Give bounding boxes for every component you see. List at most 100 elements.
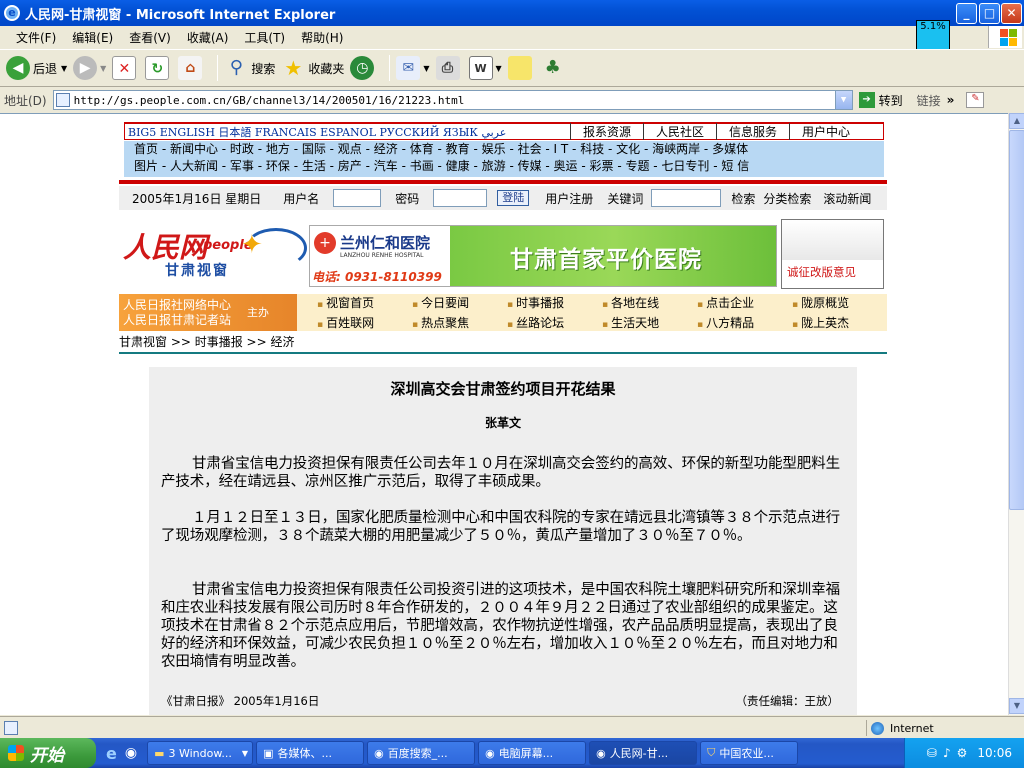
search-button[interactable]: ⚲ 搜索 xyxy=(224,56,276,80)
chevron-right-icon[interactable]: » xyxy=(947,93,955,107)
back-button[interactable]: ◀ 后退 ▼ xyxy=(6,56,67,80)
top-link-services[interactable]: 信息服务 xyxy=(716,123,789,140)
favorites-button[interactable]: ★ 收藏夹 xyxy=(281,56,344,80)
tray-antivirus-icon[interactable]: ⚙ xyxy=(957,746,968,760)
vertical-scrollbar[interactable]: ▲ ▼ xyxy=(1008,113,1024,715)
forward-dropdown-icon[interactable]: ▼ xyxy=(100,64,106,73)
maximize-button[interactable]: □ xyxy=(979,3,1000,24)
toolbar-separator xyxy=(217,55,219,81)
minimize-button[interactable]: _ xyxy=(956,3,977,24)
edit-page-icon: W xyxy=(468,56,493,80)
window-title-bar[interactable]: e 人民网-甘肃视窗 - Microsoft Internet Explorer… xyxy=(0,0,1024,26)
menu-favorites[interactable]: 收藏(A) xyxy=(179,29,237,46)
quick-link-grid: 视窗首页 今日要闻 时事播报 各地在线 点击企业 陇原概览 百姓联网 热点聚焦 … xyxy=(297,294,887,331)
go-button[interactable]: ➔ 转到 xyxy=(858,92,903,109)
login-button[interactable]: 登陆 xyxy=(497,190,530,206)
messenger-button[interactable]: ♣ xyxy=(541,56,568,80)
menu-view[interactable]: 查看(V) xyxy=(121,29,179,46)
task-button[interactable]: ▣ 各媒体、... xyxy=(256,741,365,765)
scroll-down-icon[interactable]: ▼ xyxy=(1009,698,1024,714)
username-input[interactable] xyxy=(333,189,382,207)
quick-link[interactable]: 陇上英杰 xyxy=(792,314,887,334)
quick-link[interactable]: 时事播报 xyxy=(507,294,602,314)
top-link-resources[interactable]: 报系资源 xyxy=(570,123,643,140)
top-link-user-center[interactable]: 用户中心 xyxy=(789,123,862,140)
menu-edit[interactable]: 编辑(E) xyxy=(64,29,121,46)
print-button[interactable]: ⎙ xyxy=(435,56,463,80)
forward-arrow-icon: ▶ xyxy=(73,56,98,80)
quick-link[interactable]: 热点聚焦 xyxy=(412,314,507,334)
top-link-community[interactable]: 人民社区 xyxy=(643,123,716,140)
side-ad-text: 诚征改版意见 xyxy=(787,265,856,279)
article-paragraph: 甘肃省宝信电力投资担保有限责任公司去年１０月在深圳高交会签约的高效、环保的新型功… xyxy=(161,456,840,490)
back-label: 后退 xyxy=(33,61,58,76)
menu-tools[interactable]: 工具(T) xyxy=(236,29,293,46)
stop-icon: ✕ xyxy=(112,56,137,80)
category-search-link[interactable]: 分类检索 xyxy=(763,190,811,207)
feedback-ad[interactable]: 诚征改版意见 xyxy=(781,219,884,289)
addon-icon[interactable]: ✎ xyxy=(966,92,985,108)
search-link[interactable]: 检索 xyxy=(731,190,755,207)
menu-help[interactable]: 帮助(H) xyxy=(293,29,351,46)
people-logo[interactable]: 人民网 people ✦ 甘肃视窗 xyxy=(121,220,311,290)
organizer-role: 主办 xyxy=(247,306,269,319)
password-input[interactable] xyxy=(433,189,488,207)
search-label: 搜索 xyxy=(251,61,276,76)
tray-network-icon[interactable]: ⛁ xyxy=(927,746,937,760)
tray-volume-icon[interactable]: ♪ xyxy=(943,746,951,760)
discuss-button[interactable] xyxy=(507,56,535,80)
status-bar: Internet xyxy=(0,716,1024,738)
article-paragraph: 甘肃省宝信电力投资担保有限责任公司投资引进的这项技术，是中国农科院土壤肥料研究所… xyxy=(161,582,840,670)
quick-link[interactable]: 点击企业 xyxy=(697,294,792,314)
hospital-name-en: LANZHOU RENHE HOSPITAL xyxy=(340,252,424,259)
refresh-button[interactable]: ↻ xyxy=(145,56,172,80)
breadcrumb[interactable]: 甘肃视窗 >> 时事播报 >> 经济 xyxy=(119,333,294,350)
task-button[interactable]: ◉ 电脑屏幕... xyxy=(478,741,587,765)
task-button-active[interactable]: ◉ 人民网-甘... xyxy=(589,741,698,765)
search-icon: ⚲ xyxy=(229,57,243,78)
register-link[interactable]: 用户注册 xyxy=(545,190,593,207)
home-button[interactable]: ⌂ xyxy=(178,56,205,80)
scroll-news-link[interactable]: 滚动新闻 xyxy=(823,190,871,207)
history-button[interactable]: ◷ xyxy=(350,56,377,80)
close-button[interactable]: ✕ xyxy=(1001,3,1022,24)
article-box: 深圳高交会甘肃签约项目开花结果 张革文 甘肃省宝信电力投资担保有限责任公司去年１… xyxy=(149,367,857,715)
quick-link[interactable]: 丝路论坛 xyxy=(507,314,602,334)
back-arrow-icon: ◀ xyxy=(6,56,30,80)
back-dropdown-icon[interactable]: ▼ xyxy=(61,64,67,73)
quick-link[interactable]: 视窗首页 xyxy=(317,294,412,314)
forward-button[interactable]: ▶ ▼ xyxy=(73,56,106,80)
quicklaunch-browser-icon[interactable]: ◉ xyxy=(125,745,137,761)
task-button[interactable]: ◉ 百度搜索_... xyxy=(367,741,476,765)
clock[interactable]: 10:06 xyxy=(977,746,1012,760)
task-button[interactable]: ▬ 3 Window... ▼ xyxy=(147,741,254,765)
language-links[interactable]: BIG5 ENGLISH 日本語 FRANCAIS ESPANOL РУССКИ… xyxy=(125,124,570,140)
mail-button[interactable]: ✉ ▼ xyxy=(396,56,430,80)
quicklaunch-ie-icon[interactable]: e xyxy=(106,744,117,763)
hospital-banner[interactable]: + 兰州仁和医院 LANZHOU RENHE HOSPITAL 电话: 0931… xyxy=(309,225,777,287)
stop-button[interactable]: ✕ xyxy=(112,56,139,80)
channel-nav-row1[interactable]: 首页 - 新闻中心 - 时政 - 地方 - 国际 - 观点 - 经济 - 体育 … xyxy=(134,141,884,158)
language-bar: BIG5 ENGLISH 日本語 FRANCAIS ESPANOL РУССКИ… xyxy=(124,122,884,140)
task-button[interactable]: ⛉ 中国农业... xyxy=(700,741,799,765)
address-input[interactable]: http://gs.people.com.cn/GB/channel3/14/2… xyxy=(52,90,853,110)
channel-nav-row2[interactable]: 图片 - 人大新闻 - 军事 - 环保 - 生活 - 房产 - 汽车 - 书画 … xyxy=(134,158,884,175)
menu-file[interactable]: 文件(F) xyxy=(8,29,64,46)
mail-dropdown-icon[interactable]: ▼ xyxy=(423,64,429,73)
group-dropdown-icon: ▼ xyxy=(241,748,249,758)
quick-link[interactable]: 各地在线 xyxy=(602,294,697,314)
keyword-input[interactable] xyxy=(651,189,722,207)
quick-link[interactable]: 今日要闻 xyxy=(412,294,507,314)
quick-link[interactable]: 百姓联网 xyxy=(317,314,412,334)
start-button[interactable]: 开始 xyxy=(0,738,96,768)
scroll-thumb[interactable] xyxy=(1009,130,1024,510)
links-button[interactable]: 链接 xyxy=(917,92,941,109)
quick-link[interactable]: 八方精品 xyxy=(697,314,792,334)
edit-button[interactable]: W ▼ xyxy=(468,56,502,80)
quick-link[interactable]: 陇原概览 xyxy=(792,294,887,314)
refresh-icon: ↻ xyxy=(145,56,170,80)
address-dropdown-icon[interactable]: ▼ xyxy=(834,91,852,109)
quick-link[interactable]: 生活天地 xyxy=(602,314,697,334)
edit-dropdown-icon[interactable]: ▼ xyxy=(496,64,502,73)
scroll-up-icon[interactable]: ▲ xyxy=(1009,113,1024,129)
